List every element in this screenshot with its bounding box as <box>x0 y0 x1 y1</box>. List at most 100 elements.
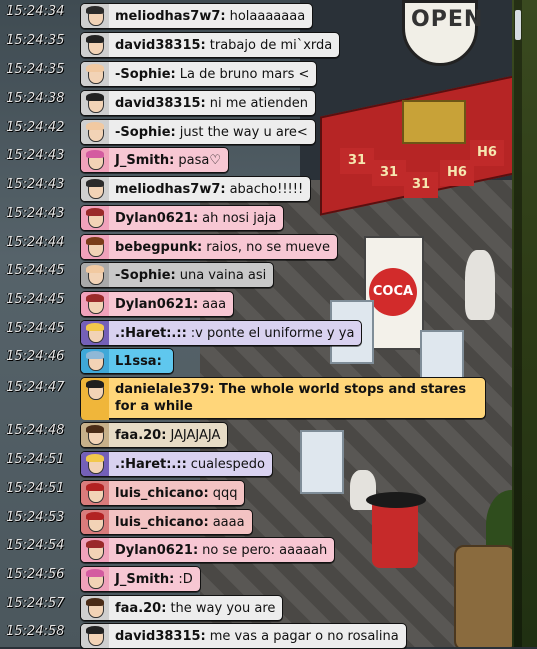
user-avatar-icon[interactable] <box>81 378 109 420</box>
chat-row: 15:24:48 faa.20: JAJAJAJA <box>0 421 512 448</box>
chat-username[interactable]: Dylan0621 <box>115 297 193 312</box>
chat-bubble[interactable]: faa.20: JAJAJAJA <box>80 422 229 448</box>
user-avatar-icon[interactable] <box>81 349 109 373</box>
user-avatar-icon[interactable] <box>81 235 109 259</box>
chat-username[interactable]: meliodhas7w7 <box>115 9 220 24</box>
chat-scrollbar[interactable] <box>514 0 522 647</box>
chat-row: 15:24:58 david38315: me vas a pagar o no r… <box>0 622 512 649</box>
chat-bubble[interactable]: david38315: ni me atienden <box>80 90 316 116</box>
chat-username[interactable]: meliodhas7w7 <box>115 182 220 197</box>
chat-colon: : <box>161 600 167 616</box>
chat-username[interactable]: Dylan0621 <box>115 543 193 558</box>
chat-bubble[interactable]: J_Smith: pasa♡ <box>80 147 229 173</box>
chat-timestamp: 15:24:51 <box>6 481 65 496</box>
chat-username[interactable]: bebegpunk <box>115 240 197 255</box>
chat-timestamp: 15:24:42 <box>6 120 65 135</box>
chat-username[interactable]: faa.20 <box>115 428 161 443</box>
user-avatar-icon[interactable] <box>81 206 109 230</box>
user-avatar-icon[interactable] <box>81 177 109 201</box>
chat-bubble[interactable]: luis_chicano: qqq <box>80 480 246 506</box>
chat-username[interactable]: -Sophie <box>115 268 171 283</box>
chat-bubble[interactable]: bebegpunk: raios, no se mueve <box>80 234 338 260</box>
chat-username[interactable]: luis_chicano <box>115 486 204 501</box>
chat-row: 15:24:51 luis_chicano: qqq <box>0 479 512 506</box>
user-avatar-icon[interactable] <box>81 596 109 620</box>
chat-bubble[interactable]: Dylan0621: no se pero: aaaaah <box>80 537 336 563</box>
user-avatar-icon[interactable] <box>81 62 109 86</box>
chat-bubble[interactable]: J_Smith::D <box>80 566 201 592</box>
chat-username[interactable]: Dylan0621 <box>115 211 193 226</box>
chat-row: 15:24:44 bebegpunk: raios, no se mueve <box>0 233 512 260</box>
chat-timestamp: 15:24:45 <box>6 321 65 336</box>
user-avatar-icon[interactable] <box>81 510 109 534</box>
user-avatar-icon[interactable] <box>81 148 109 172</box>
chat-username[interactable]: J_Smith <box>115 572 169 587</box>
chat-username[interactable]: danielale379 <box>115 382 209 397</box>
chat-username[interactable]: -Sophie <box>115 125 171 140</box>
user-avatar-icon[interactable] <box>81 452 109 476</box>
chat-username[interactable]: .:Haret:.: <box>115 457 182 472</box>
chat-colon: : <box>192 210 199 226</box>
chat-colon: : <box>170 66 176 82</box>
chat-bubble[interactable]: faa.20: the way you are <box>80 595 284 621</box>
chat-scrollbar-thumb[interactable] <box>515 10 521 40</box>
user-avatar-icon[interactable] <box>81 624 109 648</box>
chat-timestamp: 15:24:53 <box>6 510 65 525</box>
chat-message: qqq <box>212 485 238 501</box>
chat-bubble[interactable]: Dylan0621: ah nosi jaja <box>80 205 285 231</box>
chat-colon: : <box>161 427 167 443</box>
user-avatar-icon[interactable] <box>81 33 109 57</box>
chat-row: 15:24:45 Dylan0621: aaa <box>0 290 512 317</box>
chat-username[interactable]: L1ssa <box>115 354 157 369</box>
chat-timestamp: 15:24:34 <box>6 4 65 19</box>
chat-bubble[interactable]: -Sophie: una vaina asi <box>80 262 275 288</box>
chat-username[interactable]: faa.20 <box>115 601 161 616</box>
chat-colon: : <box>156 353 162 369</box>
chat-timestamp: 15:24:47 <box>6 380 65 395</box>
user-avatar-icon[interactable] <box>81 120 109 144</box>
user-avatar-icon[interactable] <box>81 538 109 562</box>
chat-row: 15:24:35 -Sophie: La de bruno mars < <box>0 60 512 87</box>
chat-username[interactable]: david38315 <box>115 96 201 111</box>
user-avatar-icon[interactable] <box>81 481 109 505</box>
user-avatar-icon[interactable] <box>81 423 109 447</box>
chat-bubble[interactable]: meliodhas7w7: holaaaaaaa <box>80 3 314 29</box>
user-avatar-icon[interactable] <box>81 321 109 345</box>
chat-username[interactable]: david38315 <box>115 38 201 53</box>
chat-row: 15:24:34 meliodhas7w7: holaaaaaaa <box>0 2 512 29</box>
chat-message: ah nosi jaja <box>202 210 277 226</box>
chat-username[interactable]: -Sophie <box>115 67 171 82</box>
chat-colon: : <box>220 181 226 197</box>
user-avatar-icon[interactable] <box>81 91 109 115</box>
chat-colon: : <box>203 514 209 530</box>
chat-bubble[interactable]: luis_chicano: aaaa <box>80 509 253 535</box>
chat-bubble[interactable]: david38315: trabajo de mi`xrda <box>80 32 341 58</box>
chat-bubble[interactable]: .:Haret:.:: cualespedo <box>80 451 273 477</box>
chat-timestamp: 15:24:48 <box>6 423 65 438</box>
chat-bubble[interactable]: .:Haret:.:::v ponte el uniforme y ya <box>80 320 363 346</box>
chat-bubble[interactable]: Dylan0621: aaa <box>80 291 235 317</box>
chat-bubble[interactable]: -Sophie: La de bruno mars < <box>80 61 318 87</box>
chat-username[interactable]: david38315 <box>115 629 201 644</box>
chat-colon: : <box>170 267 176 283</box>
user-avatar-icon[interactable] <box>81 4 109 28</box>
chat-message: aaa <box>202 296 227 312</box>
chat-colon: : <box>181 456 187 472</box>
chat-username[interactable]: J_Smith <box>115 153 169 168</box>
chat-colon: : <box>181 325 187 341</box>
user-avatar-icon[interactable] <box>81 263 109 287</box>
chat-message: the way you are <box>170 600 276 616</box>
chat-row: 15:24:51 .:Haret:.:: cualespedo <box>0 450 512 477</box>
chat-message: aaaa <box>212 514 245 530</box>
chat-bubble[interactable]: L1ssa: <box>80 348 174 374</box>
chat-message: pasa♡ <box>178 152 221 168</box>
chat-bubble[interactable]: -Sophie: just the way u are< <box>80 119 316 145</box>
chat-colon: : <box>192 542 199 558</box>
chat-bubble[interactable]: meliodhas7w7: abacho!!!!! <box>80 176 312 202</box>
chat-username[interactable]: .:Haret:.: <box>115 326 182 341</box>
user-avatar-icon[interactable] <box>81 567 109 591</box>
chat-username[interactable]: luis_chicano <box>115 515 204 530</box>
user-avatar-icon[interactable] <box>81 292 109 316</box>
chat-bubble[interactable]: danielale379: The whole world stops and … <box>80 377 486 420</box>
chat-bubble[interactable]: david38315: me vas a pagar o no rosalina <box>80 623 407 649</box>
